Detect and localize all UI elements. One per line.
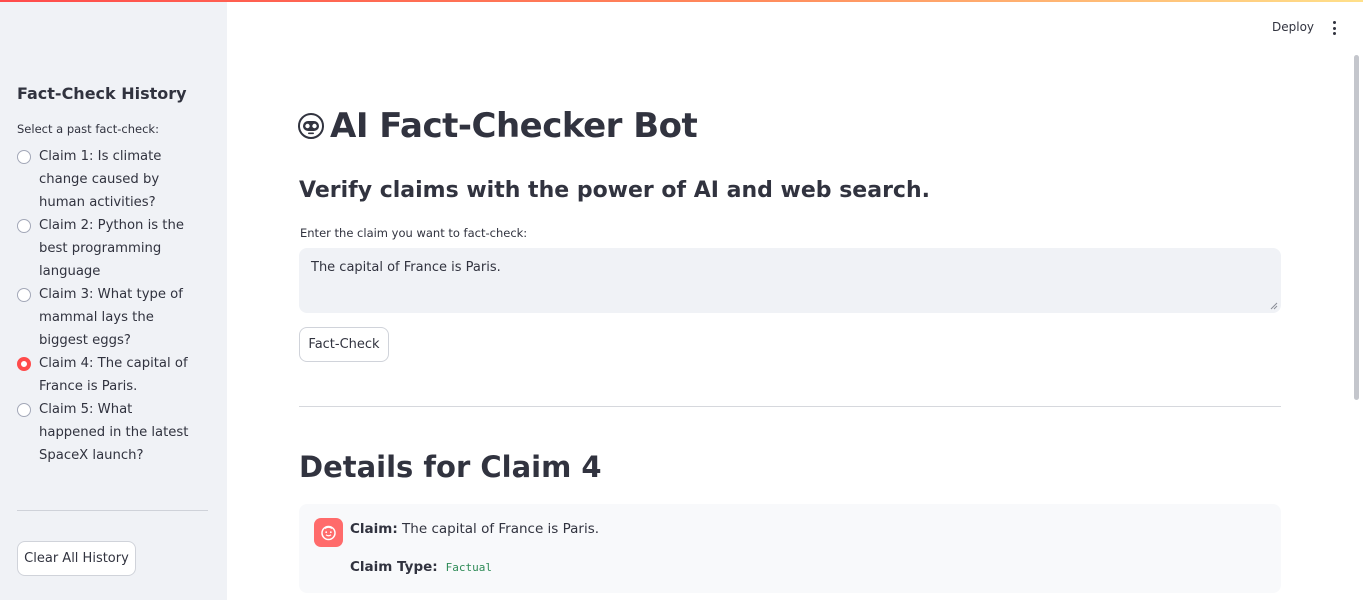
robot-face-icon [298, 113, 324, 139]
user-avatar [314, 518, 343, 547]
claim-value: The capital of France is Paris. [402, 521, 600, 537]
history-item-label[interactable]: Claim 1: Is climate change caused by hum… [39, 145, 199, 214]
page-subtitle: Verify claims with the power of AI and w… [299, 178, 930, 203]
radio-button[interactable] [17, 150, 31, 164]
history-item-label[interactable]: Claim 4: The capital of France is Paris. [39, 352, 199, 398]
history-item-claim-4[interactable]: Claim 4: The capital of France is Paris. [17, 352, 207, 398]
claim-type-line: Claim Type: Factual [350, 559, 492, 575]
history-item-claim-3[interactable]: Claim 3: What type of mammal lays the bi… [17, 283, 207, 352]
history-radio-group: Claim 1: Is climate change caused by hum… [17, 145, 207, 467]
claim-input[interactable]: The capital of France is Paris. [299, 248, 1281, 313]
claim-type-label: Claim Type: [350, 559, 438, 575]
top-decoration-stripe [0, 0, 1363, 2]
history-item-label[interactable]: Claim 3: What type of mammal lays the bi… [39, 283, 199, 352]
section-divider [299, 406, 1281, 407]
history-item-claim-2[interactable]: Claim 2: Python is the best programming … [17, 214, 207, 283]
history-item-claim-5[interactable]: Claim 5: What happened in the latest Spa… [17, 398, 207, 467]
kebab-menu-icon[interactable] [1327, 19, 1341, 37]
clear-history-button[interactable]: Clear All History [17, 541, 136, 576]
history-select-label: Select a past fact-check: [17, 122, 159, 136]
claim-input-label: Enter the claim you want to fact-check: [300, 226, 528, 240]
smiley-face-icon [321, 525, 336, 541]
radio-button[interactable] [17, 403, 31, 417]
claim-type-value: Factual [445, 560, 493, 574]
radio-button[interactable] [17, 288, 31, 302]
history-item-label[interactable]: Claim 5: What happened in the latest Spa… [39, 398, 199, 467]
history-item-claim-1[interactable]: Claim 1: Is climate change caused by hum… [17, 145, 207, 214]
history-item-label[interactable]: Claim 2: Python is the best programming … [39, 214, 199, 283]
scrollbar[interactable] [1354, 55, 1359, 400]
fact-check-button[interactable]: Fact-Check [299, 327, 389, 362]
resize-handle-icon[interactable] [1270, 302, 1278, 310]
sidebar-divider [17, 510, 208, 511]
details-title: Details for Claim 4 [299, 450, 602, 484]
deploy-button[interactable]: Deploy [1272, 20, 1314, 34]
app-title-text: AI Fact-Checker Bot [330, 106, 698, 146]
sidebar: Fact-Check History Select a past fact-ch… [0, 0, 227, 600]
radio-button[interactable] [17, 219, 31, 233]
claim-detail-message: Claim: The capital of France is Paris. C… [299, 504, 1281, 593]
page-title: AI Fact-Checker Bot [298, 106, 698, 146]
radio-button-selected[interactable] [17, 357, 31, 371]
sidebar-title: Fact-Check History [17, 84, 187, 103]
claim-line: Claim: The capital of France is Paris. [350, 521, 599, 537]
claim-label: Claim: [350, 521, 398, 537]
